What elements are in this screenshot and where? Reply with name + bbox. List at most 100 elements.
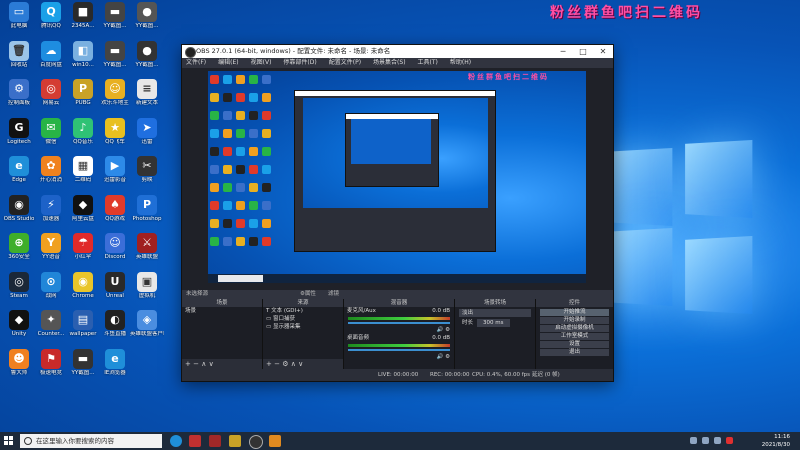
obs-preview-screen[interactable]: 粉丝群鱼吧扫二维码 — [208, 71, 586, 283]
remove-source-icon[interactable]: − — [274, 360, 280, 368]
desktop-icon[interactable]: P Photoshop — [130, 195, 164, 223]
desktop-icon[interactable]: ✿ 开心消消 — [34, 156, 68, 184]
desktop-icon[interactable]: ⚙ 控制面板 — [2, 79, 36, 107]
desktop-icon[interactable]: P PUBG — [66, 79, 100, 107]
desktop-icon[interactable]: ★ QQ飞车 — [98, 118, 132, 146]
desktop-icon[interactable]: ◈英雄联盟客户端 — [130, 310, 164, 338]
filters-button[interactable]: 滤镜 — [328, 290, 339, 299]
desktop-icon[interactable]: ☂ 小红伞 — [66, 233, 100, 261]
duration-input[interactable]: 300 ms — [477, 319, 509, 327]
desktop-icon[interactable]: ◆ Unity — [2, 310, 36, 338]
speaker-icon[interactable]: 🔊 — [436, 327, 443, 333]
move-up-icon[interactable]: ∧ — [291, 360, 296, 368]
menu-edit[interactable]: 编辑(E) — [218, 58, 238, 68]
desktop-icon[interactable]: ▭ 此电脑 — [2, 2, 36, 30]
desktop-icon[interactable]: U Unreal — [98, 272, 132, 300]
desktop-icon[interactable]: ◉ OBS Studio — [2, 195, 36, 223]
taskbar-app-icon[interactable] — [269, 435, 281, 447]
tray-app-icon[interactable] — [726, 437, 733, 444]
move-down-icon[interactable]: ∨ — [209, 360, 214, 368]
taskbar-search-box[interactable]: 在这里输入你要搜索的内容 — [20, 434, 162, 448]
move-down-icon[interactable]: ∨ — [298, 360, 303, 368]
add-scene-icon[interactable]: + — [185, 360, 191, 368]
desktop-icon[interactable]: ✉ 微信 — [34, 118, 68, 146]
start-streaming-button[interactable]: 开始推流 — [540, 309, 609, 316]
desktop-icon[interactable]: ⊕ 360安全 — [2, 233, 36, 261]
menu-tools[interactable]: 工具(T) — [418, 58, 438, 68]
menu-file[interactable]: 文件(F) — [186, 58, 206, 68]
gear-icon[interactable]: ⚙ — [445, 327, 450, 333]
exit-button[interactable]: 退出 — [540, 349, 609, 356]
desktop-icon[interactable]: ◧ win10... — [66, 41, 100, 69]
tray-network-icon[interactable] — [702, 437, 709, 444]
desktop-icon[interactable]: ➤ 迅雷 — [130, 118, 164, 146]
desktop-volume-slider[interactable] — [348, 349, 450, 351]
desktop-icon[interactable]: ◐ 斗鱼直播 — [98, 310, 132, 338]
taskbar-obs-icon[interactable] — [249, 435, 263, 449]
taskbar-app-icon[interactable] — [189, 435, 201, 447]
desktop-icon[interactable]: ▤ wallpaper — [66, 310, 100, 338]
taskbar-edge-icon[interactable] — [170, 435, 182, 447]
desktop-icon[interactable]: ◆ 阿里云盘 — [66, 195, 100, 223]
menu-help[interactable]: 帮助(H) — [450, 58, 471, 68]
source-item-text[interactable]: T 文本 (GDI+) — [263, 307, 343, 315]
desktop-icon[interactable]: ◉ Chrome — [66, 272, 100, 300]
obs-preview-area[interactable]: 粉丝群鱼吧扫二维码 — [182, 68, 613, 290]
obs-window[interactable]: OBS 27.0.1 (64-bit, windows) - 配置文件: 未命名… — [181, 44, 614, 382]
settings-button[interactable]: 设置 — [540, 341, 609, 348]
desktop-icon[interactable]: ● YY截图... — [130, 2, 164, 30]
desktop-icon[interactable]: G Logitech — [2, 118, 36, 146]
desktop-icon[interactable]: e IE浏览器 — [98, 349, 132, 377]
desktop-icon[interactable]: ⊙ 战网 — [34, 272, 68, 300]
desktop-icon[interactable]: ▬ YY截图... — [98, 41, 132, 69]
desktop-icon[interactable]: ▬ YY截图... — [66, 349, 100, 377]
desktop-icon[interactable]: ● YY截图... — [130, 41, 164, 69]
desktop-icon[interactable]: ☺ Discord — [98, 233, 132, 261]
desktop-icon[interactable]: ▬ YY截图... — [98, 2, 132, 30]
studio-mode-button[interactable]: 工作室模式 — [540, 333, 609, 340]
desktop-icon[interactable]: ✂ 剪映 — [130, 156, 164, 184]
scene-item[interactable]: 场景 — [182, 307, 262, 315]
menu-docks[interactable]: 停靠部件(D) — [283, 58, 316, 68]
properties-button[interactable]: ⚙属性 — [300, 290, 316, 299]
source-item-display-capture[interactable]: ▭ 显示器采集 — [263, 323, 343, 331]
menu-profile[interactable]: 配置文件(P) — [329, 58, 361, 68]
desktop-icon[interactable]: ♪ QQ音乐 — [66, 118, 100, 146]
desktop-icon[interactable]: ▶ 迅雷影音 — [98, 156, 132, 184]
desktop-icon[interactable]: e Edge — [2, 156, 36, 184]
desktop-icon[interactable]: Q 腾讯QQ — [34, 2, 68, 30]
desktop-icon[interactable]: ☁ 百度网盘 — [34, 41, 68, 69]
start-button[interactable] — [4, 436, 14, 446]
speaker-icon[interactable]: 🔊 — [436, 354, 443, 360]
close-icon[interactable]: ✕ — [593, 45, 613, 58]
mic-volume-slider[interactable] — [348, 322, 450, 324]
desktop-icon[interactable]: Y YY语音 — [34, 233, 68, 261]
move-up-icon[interactable]: ∧ — [201, 360, 206, 368]
desktop-icon[interactable]: ▣ 虚拟机 — [130, 272, 164, 300]
start-recording-button[interactable]: 开始录制 — [540, 317, 609, 324]
menu-view[interactable]: 视图(V) — [251, 58, 272, 68]
transition-type-select[interactable]: 淡出 — [459, 309, 531, 317]
desktop-icon[interactable]: ✦ Counter... — [34, 310, 68, 338]
desktop-icon[interactable]: ◎ Steam — [2, 272, 36, 300]
source-item-window-capture[interactable]: ▭ 窗口捕获 — [263, 315, 343, 323]
desktop-icon[interactable]: ▦ 二维码 — [66, 156, 100, 184]
desktop-icon[interactable]: ☻ 鲁大师 — [2, 349, 36, 377]
desktop-icon[interactable]: ■ 2345A... — [66, 2, 100, 30]
taskbar-clock[interactable]: 11:16 2021/8/30 — [762, 433, 790, 449]
minimize-icon[interactable]: ─ — [553, 45, 573, 58]
maximize-icon[interactable]: □ — [573, 45, 593, 58]
desktop-icon[interactable]: ⚑ 极速电竞 — [34, 349, 68, 377]
add-source-icon[interactable]: + — [266, 360, 272, 368]
taskbar-app-icon[interactable] — [229, 435, 241, 447]
gear-icon[interactable]: ⚙ — [445, 354, 450, 360]
desktop-icon[interactable]: ⚡ 加速器 — [34, 195, 68, 223]
remove-scene-icon[interactable]: − — [193, 360, 199, 368]
source-settings-icon[interactable]: ⚙ — [282, 360, 288, 368]
desktop-icon[interactable]: ☺ 欢乐斗地主 — [98, 79, 132, 107]
tray-volume-icon[interactable] — [714, 437, 721, 444]
desktop-icon[interactable]: ◎ 网易云 — [34, 79, 68, 107]
taskbar-app-icon[interactable] — [209, 435, 221, 447]
desktop-icon[interactable]: ⚔ 英雄联盟 — [130, 233, 164, 261]
desktop-icon[interactable]: ♠ QQ游戏 — [98, 195, 132, 223]
